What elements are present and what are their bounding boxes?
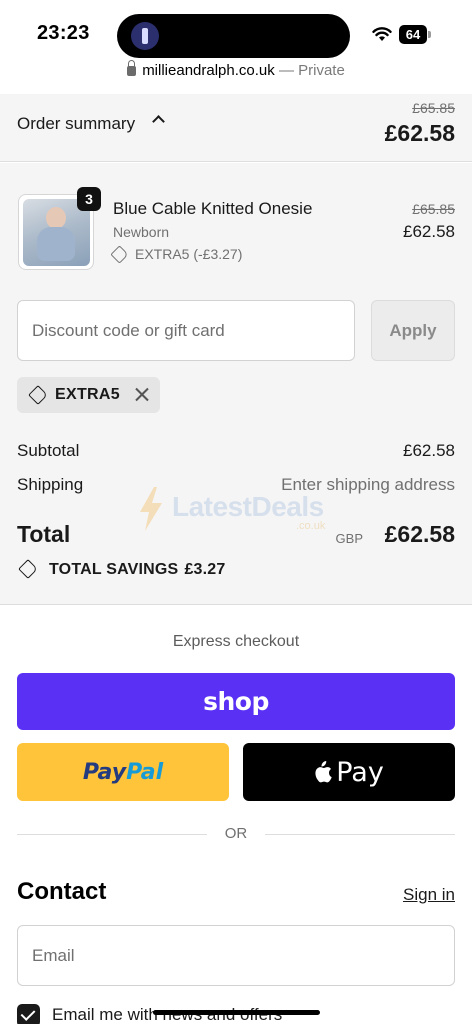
product-discount: EXTRA5 (-£3.27): [110, 245, 243, 264]
paypal-button[interactable]: PayPal: [17, 743, 229, 801]
express-checkout-label: Express checkout: [172, 633, 300, 650]
url-text: millieandralph.co.uk: [142, 62, 275, 79]
order-summary-toggle[interactable]: Order summary £65.85 £62.58: [0, 94, 472, 162]
quantity-badge: 3: [77, 187, 101, 211]
divider-right: [265, 834, 455, 835]
tag-icon: [28, 385, 48, 405]
sign-in-link[interactable]: Sign in: [403, 885, 455, 905]
order-summary-label: Order summary: [17, 114, 136, 133]
remove-discount-close-icon[interactable]: [133, 385, 151, 403]
product-variant: Newborn: [113, 224, 170, 240]
order-summary-panel: 3 Blue Cable Knitted Onesie Newborn EXTR…: [0, 163, 472, 605]
flashlight-icon: [131, 22, 159, 50]
subtotal-value: £62.58: [403, 441, 455, 460]
status-bar: 23:23 64: [0, 0, 472, 62]
summary-total: £62.58: [384, 120, 455, 146]
contact-heading: Contact: [17, 878, 107, 905]
apple-icon: [315, 760, 332, 782]
home-indicator[interactable]: [153, 1010, 320, 1015]
battery-indicator: 64: [399, 25, 431, 44]
summary-original-total: £65.85: [412, 100, 455, 116]
dynamic-island: [117, 14, 350, 58]
discount-code-input[interactable]: [17, 300, 355, 361]
apple-pay-label: Pay: [336, 756, 384, 788]
shipping-label: Shipping: [17, 475, 84, 494]
tag-icon: [110, 245, 129, 264]
private-mode-label: — Private: [278, 62, 345, 79]
total-value: £62.58: [384, 521, 455, 547]
subtotal-label: Subtotal: [17, 441, 80, 460]
apple-pay-button[interactable]: Pay: [243, 743, 455, 801]
status-time: 23:23: [37, 22, 90, 44]
applied-discount-chip: EXTRA5: [17, 377, 160, 413]
url-bar[interactable]: millieandralph.co.uk — Private: [0, 60, 472, 94]
product-price: £62.58: [403, 222, 455, 241]
email-field[interactable]: [17, 925, 455, 986]
shipping-value: Enter shipping address: [281, 475, 455, 494]
product-original-price: £65.85: [412, 201, 455, 217]
lock-icon: [127, 60, 137, 76]
paypal-logo-part1: Pay: [82, 759, 127, 785]
total-savings: TOTAL SAVINGS £3.27: [17, 559, 226, 579]
savings-label: TOTAL SAVINGS: [49, 561, 179, 578]
total-currency: GBP: [335, 531, 363, 546]
paypal-logo-part2: Pal: [126, 759, 164, 785]
savings-value: £3.27: [184, 561, 226, 578]
apply-button[interactable]: Apply: [371, 300, 455, 361]
product-discount-text: EXTRA5 (-£3.27): [135, 246, 243, 262]
chevron-up-icon: [152, 115, 165, 128]
product-name: Blue Cable Knitted Onesie: [113, 199, 313, 218]
shop-pay-button[interactable]: shop: [17, 673, 455, 730]
wifi-icon: [372, 27, 392, 41]
total-label: Total: [17, 521, 71, 547]
applied-discount-code: EXTRA5: [55, 386, 120, 403]
newsletter-checkbox[interactable]: [17, 1004, 40, 1024]
tag-icon: [18, 559, 38, 579]
